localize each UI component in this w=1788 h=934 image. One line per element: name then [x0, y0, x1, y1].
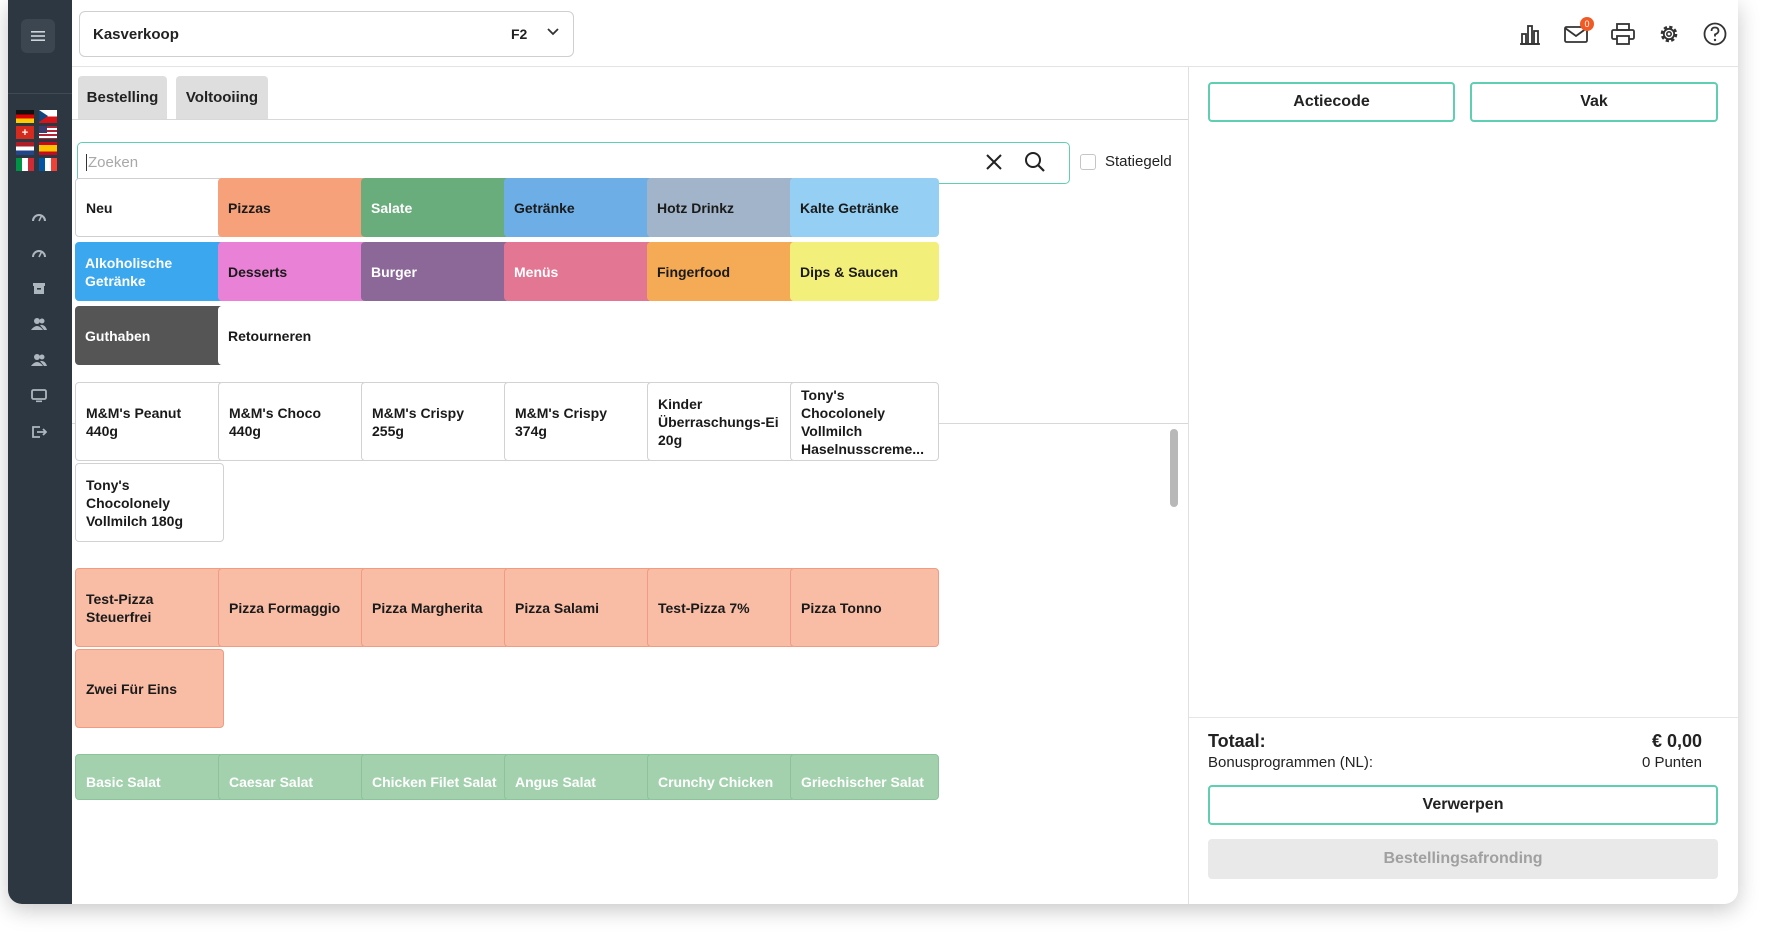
product-m-m-s-crispy-255g[interactable]: M&M's Crispy 255g [361, 382, 510, 461]
sidebar: + [8, 0, 72, 904]
product-m-m-s-peanut-440g[interactable]: M&M's Peanut 440g [75, 382, 224, 461]
product-caesar-salat[interactable]: Caesar Salat [218, 754, 367, 800]
settings-gear-icon[interactable] [1655, 20, 1683, 48]
register-select[interactable]: Kasverkoop F2 [79, 11, 574, 57]
flag-french-icon[interactable] [39, 158, 57, 171]
total-value: € 0,00 [1651, 731, 1702, 751]
register-shortcut: F2 [511, 26, 528, 42]
hamburger-icon [31, 31, 45, 41]
category-salate[interactable]: Salate [361, 178, 510, 237]
register-name: Kasverkoop [93, 26, 179, 43]
mail-button[interactable]: 0 [1562, 17, 1594, 48]
product-tony-s-chocolonely-vollmilch-180g[interactable]: Tony's Chocolonely Vollmilch 180g [75, 463, 224, 542]
category-getranke[interactable]: Getränke [504, 178, 653, 237]
close-icon[interactable] [984, 152, 1004, 172]
product-chicken-filet-salat[interactable]: Chicken Filet Salat [361, 754, 510, 800]
category-dips-saucen[interactable]: Dips & Saucen [790, 242, 939, 301]
flag-us-icon[interactable] [39, 126, 57, 139]
chevron-down-icon [547, 28, 559, 36]
scrollbar[interactable] [1170, 429, 1178, 507]
app-window: + Kasverkoop F2 0 Bestelling Voltooiing … [8, 0, 1738, 904]
category-guthaben[interactable]: Guthaben [75, 306, 224, 365]
product-pizza-margherita[interactable]: Pizza Margherita [361, 568, 510, 647]
help-icon[interactable] [1701, 20, 1729, 48]
flag-swiss-icon[interactable]: + [16, 126, 34, 139]
product-zwei-fur-eins[interactable]: Zwei Für Eins [75, 649, 224, 728]
category-retourneren[interactable]: Retourneren [218, 306, 367, 365]
cart-panel: Actiecode Vak Totaal: € 0,00 Bonusprogra… [1189, 67, 1738, 904]
product-basic-salat[interactable]: Basic Salat [75, 754, 224, 800]
category-neu[interactable]: Neu [75, 178, 224, 237]
order-panel: Bestelling Voltooiing Zoeken Statiegeld … [72, 67, 1188, 904]
monitor-icon[interactable] [28, 385, 50, 407]
statistics-icon[interactable] [1516, 20, 1544, 48]
product-test-pizza-7[interactable]: Test-Pizza 7% [647, 568, 796, 647]
menu-button[interactable] [21, 19, 55, 53]
category-kalte-getranke[interactable]: Kalte Getränke [790, 178, 939, 237]
tab-voltooiing[interactable]: Voltooiing [176, 76, 268, 119]
flag-czech-icon[interactable] [39, 110, 57, 123]
category-pizzas[interactable]: Pizzas [218, 178, 367, 237]
search-icon[interactable] [1024, 151, 1046, 173]
category-menus[interactable]: Menüs [504, 242, 653, 301]
category-hotz-drinkz[interactable]: Hotz Drinkz [647, 178, 796, 237]
product-tony-s-chocolonely-vollmilch-haselnusscreme[interactable]: Tony's Chocolonely Vollmilch Haselnusscr… [790, 382, 939, 461]
bonus-label: Bonusprogrammen (NL): [1208, 754, 1374, 771]
speed-icon[interactable] [28, 241, 50, 263]
statiegeld-checkbox[interactable] [1080, 154, 1096, 170]
flag-dutch-icon[interactable] [16, 142, 34, 155]
printer-icon[interactable] [1609, 20, 1637, 48]
product-m-m-s-crispy-374g[interactable]: M&M's Crispy 374g [504, 382, 653, 461]
users-icon[interactable] [28, 313, 50, 335]
flag-italian-icon[interactable] [16, 158, 34, 171]
flag-german-icon[interactable] [16, 110, 34, 123]
discard-button[interactable]: Verwerpen [1208, 785, 1718, 825]
logout-icon[interactable] [28, 421, 50, 443]
product-griechischer-salat[interactable]: Griechischer Salat [790, 754, 939, 800]
flag-spanish-icon[interactable] [39, 142, 57, 155]
category-fingerfood[interactable]: Fingerfood [647, 242, 796, 301]
vak-button[interactable]: Vak [1470, 82, 1718, 122]
customers-icon[interactable] [28, 349, 50, 371]
dashboard-icon[interactable] [28, 205, 50, 227]
product-pizza-tonno[interactable]: Pizza Tonno [790, 568, 939, 647]
product-m-m-s-choco-440g[interactable]: M&M's Choco 440g [218, 382, 367, 461]
top-bar: Kasverkoop F2 0 [72, 0, 1738, 67]
product-test-pizza-steuerfrei[interactable]: Test-Pizza Steuerfrei [75, 568, 224, 647]
product-crunchy-chicken[interactable]: Crunchy Chicken [647, 754, 796, 800]
category-alkoholische-getranke[interactable]: Alkoholische Getränke [75, 242, 224, 301]
product-angus-salat[interactable]: Angus Salat [504, 754, 653, 800]
category-burger[interactable]: Burger [361, 242, 510, 301]
search-placeholder: Zoeken [86, 154, 139, 171]
checkout-button[interactable]: Bestellingsafronding [1208, 839, 1718, 879]
bonus-value: 0 Punten [1641, 754, 1702, 771]
product-pizza-formaggio[interactable]: Pizza Formaggio [218, 568, 367, 647]
product-pizza-salami[interactable]: Pizza Salami [504, 568, 653, 647]
product-kinder-uberraschungs-ei-20g[interactable]: Kinder Überraschungs-Ei 20g [647, 382, 796, 461]
statiegeld-label: Statiegeld [1105, 153, 1172, 170]
archive-icon[interactable] [28, 277, 50, 299]
tab-bestelling[interactable]: Bestelling [78, 76, 167, 119]
total-label: Totaal: [1208, 731, 1266, 751]
category-desserts[interactable]: Desserts [218, 242, 367, 301]
mail-badge: 0 [1580, 17, 1594, 31]
actiecode-button[interactable]: Actiecode [1208, 82, 1455, 122]
